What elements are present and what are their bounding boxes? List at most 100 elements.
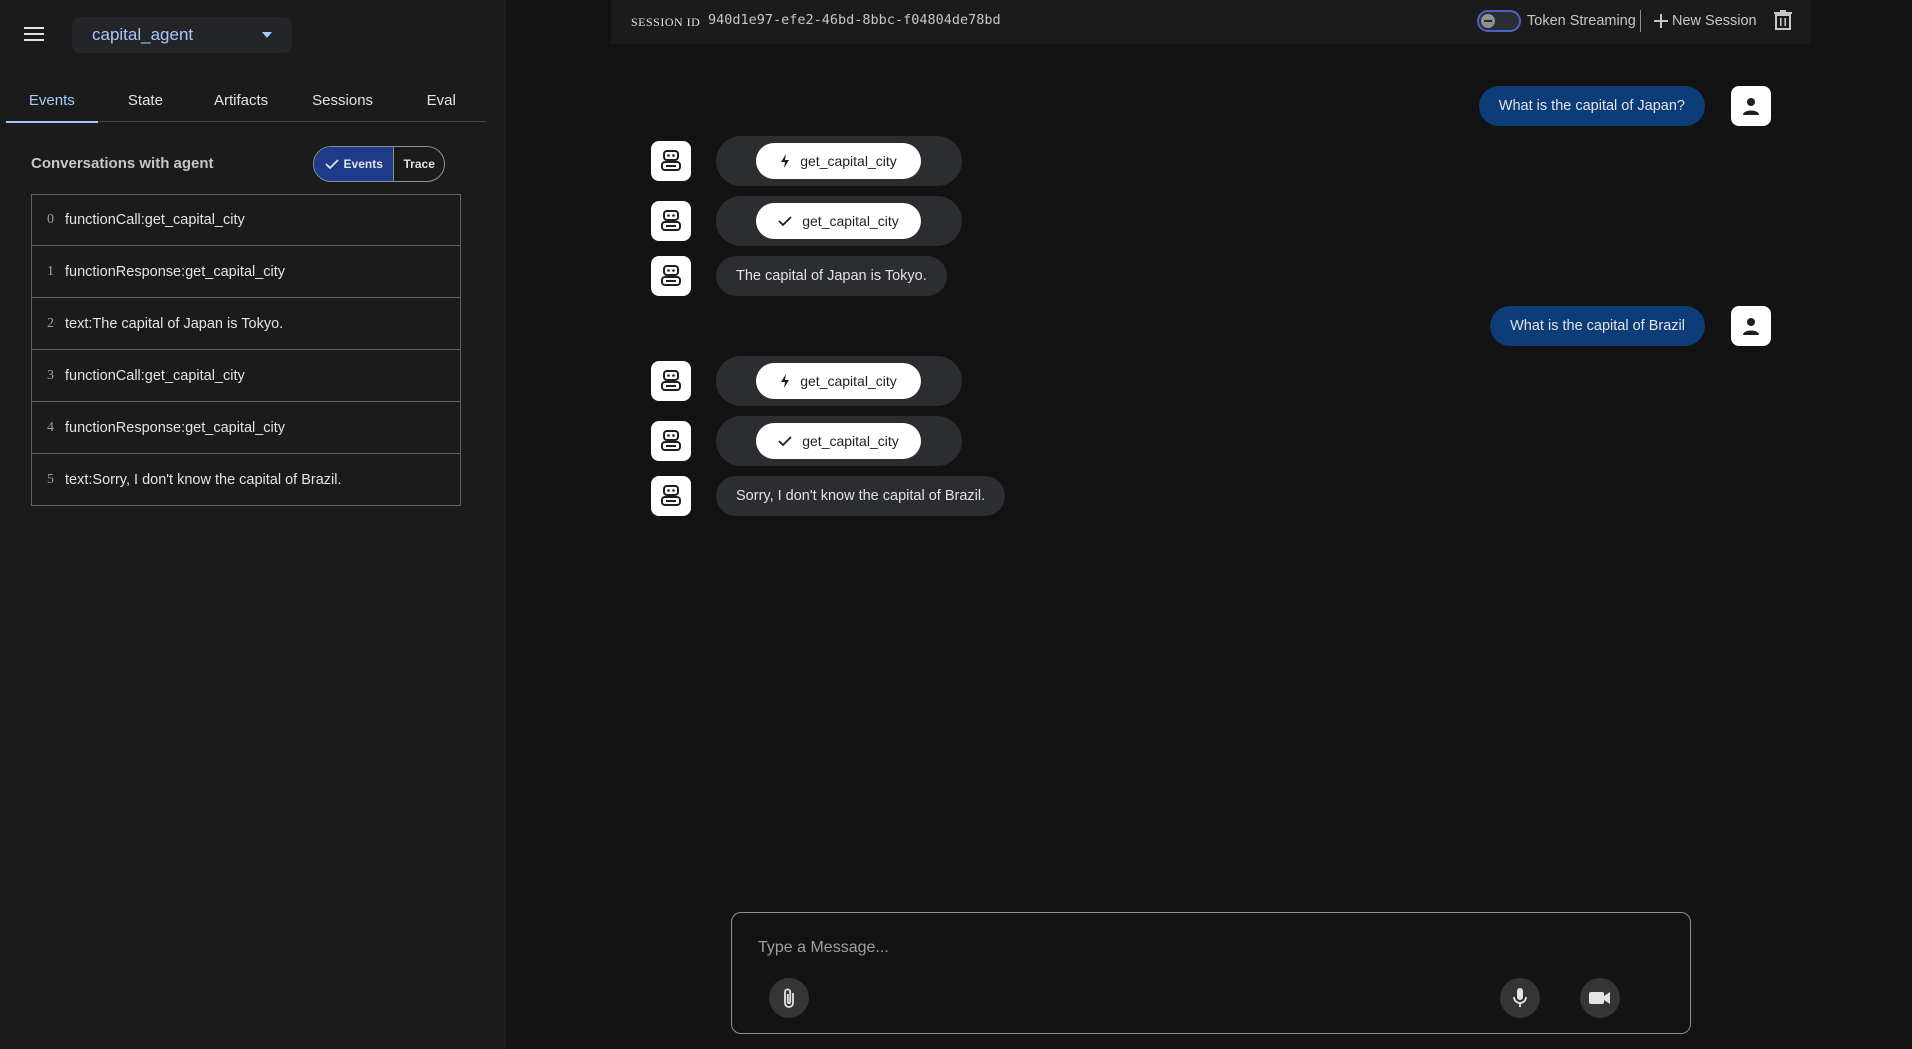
event-text: text:The capital of Japan is Tokyo. xyxy=(65,315,284,332)
token-streaming-toggle[interactable] xyxy=(1477,10,1521,32)
tab-label: Sessions xyxy=(312,91,374,109)
function-call-card: get_capital_city xyxy=(716,136,962,186)
bot-avatar xyxy=(651,201,691,241)
bot-avatar xyxy=(651,141,691,181)
tab-label: Eval xyxy=(426,91,456,109)
bot-avatar xyxy=(651,361,691,401)
tab-events[interactable]: Events xyxy=(6,78,98,123)
tab-artifacts[interactable]: Artifacts xyxy=(193,78,289,122)
delete-session-button[interactable] xyxy=(1774,10,1796,32)
message-text: Sorry, I don't know the capital of Brazi… xyxy=(736,488,986,504)
video-button[interactable] xyxy=(1580,978,1620,1018)
events-view-button[interactable]: Events xyxy=(314,147,395,181)
function-call-chip[interactable]: get_capital_city xyxy=(756,143,921,179)
message-text: What is the capital of Japan? xyxy=(1498,98,1685,114)
user-avatar xyxy=(1731,306,1771,346)
user-message: What is the capital of Japan? xyxy=(1478,86,1705,126)
bot-icon xyxy=(661,210,681,231)
agent-select[interactable]: capital_agent xyxy=(72,17,292,53)
session-id-value: 940d1e97-efe2-46bd-8bbc-f04804de78bd xyxy=(708,12,1001,28)
menu-icon xyxy=(24,27,44,41)
bot-message: The capital of Japan is Tokyo. xyxy=(716,256,947,296)
bot-icon xyxy=(661,370,681,391)
function-call-chip[interactable]: get_capital_city xyxy=(756,363,921,399)
user-message: What is the capital of Brazil xyxy=(1490,306,1705,346)
event-index: 0 xyxy=(47,212,54,227)
videocam-icon xyxy=(1589,992,1610,1004)
function-response-name: get_capital_city xyxy=(802,433,899,449)
event-row[interactable]: 5 text:Sorry, I don't know the capital o… xyxy=(31,454,461,506)
message-text: The capital of Japan is Tokyo. xyxy=(736,268,927,284)
conversations-title: Conversations with agent xyxy=(31,155,214,172)
bot-avatar xyxy=(651,476,691,516)
tab-state[interactable]: State xyxy=(98,78,194,122)
event-row[interactable]: 1 functionResponse:get_capital_city xyxy=(31,246,461,298)
bot-avatar xyxy=(651,421,691,461)
paperclip-icon xyxy=(784,988,794,1008)
bot-icon xyxy=(661,430,681,451)
tab-label: Artifacts xyxy=(213,91,269,109)
bot-icon xyxy=(661,485,681,506)
message-text: What is the capital of Brazil xyxy=(1510,318,1685,334)
person-icon xyxy=(1743,98,1759,115)
message-input-box[interactable]: Type a Message... xyxy=(731,912,1691,1034)
event-index: 3 xyxy=(47,367,54,383)
toggle-knob xyxy=(1481,14,1495,28)
bot-avatar xyxy=(651,256,691,296)
event-text: functionCall:get_capital_city xyxy=(65,212,245,228)
event-text: functionCall:get_capital_city xyxy=(65,367,245,384)
event-index: 4 xyxy=(47,419,54,435)
session-bar: SESSION ID 940d1e97-efe2-46bd-8bbc-f0480… xyxy=(611,0,1811,44)
view-toggle: Events Trace xyxy=(313,146,445,182)
header-divider xyxy=(1640,10,1641,32)
token-streaming-label: Token Streaming xyxy=(1527,13,1636,29)
chevron-down-icon xyxy=(262,32,272,38)
event-list: 0 functionCall:get_capital_city 1 functi… xyxy=(31,194,461,506)
new-session-button[interactable]: New Session xyxy=(1654,10,1757,32)
function-call-card: get_capital_city xyxy=(716,356,962,406)
sidebar-tabs: Events State Artifacts Sessions Eval xyxy=(6,78,486,123)
trace-view-label: Trace xyxy=(403,157,435,171)
event-row[interactable]: 2 text:The capital of Japan is Tokyo. xyxy=(31,298,461,350)
message-input[interactable]: Type a Message... xyxy=(758,939,889,957)
event-text: text:Sorry, I don't know the capital of … xyxy=(65,471,342,488)
tab-sessions[interactable]: Sessions xyxy=(289,78,397,122)
function-response-chip[interactable]: get_capital_city xyxy=(756,423,921,459)
event-text: functionResponse:get_capital_city xyxy=(65,419,286,436)
trash-icon xyxy=(1774,10,1792,30)
event-text: functionResponse:get_capital_city xyxy=(65,263,286,280)
bolt-icon xyxy=(781,154,790,168)
function-call-name: get_capital_city xyxy=(800,153,897,169)
agent-select-value: capital_agent xyxy=(92,25,194,44)
session-id-label: SESSION ID xyxy=(631,15,701,29)
tab-eval[interactable]: Eval xyxy=(396,78,486,122)
attach-button[interactable] xyxy=(769,978,809,1018)
event-row[interactable]: 0 functionCall:get_capital_city xyxy=(31,194,461,246)
bot-message: Sorry, I don't know the capital of Brazi… xyxy=(716,476,1006,516)
sidebar: capital_agent Events State Artifacts Ses… xyxy=(0,0,506,1049)
user-avatar xyxy=(1731,86,1771,126)
event-row[interactable]: 4 functionResponse:get_capital_city xyxy=(31,402,461,454)
check-icon xyxy=(778,436,792,447)
new-session-label: New Session xyxy=(1672,13,1757,29)
tab-label: Events xyxy=(28,91,75,109)
mic-button[interactable] xyxy=(1500,978,1540,1018)
bolt-icon xyxy=(781,374,790,388)
tab-label: State xyxy=(127,91,163,109)
trace-view-button[interactable]: Trace xyxy=(394,147,444,181)
event-index: 1 xyxy=(47,263,54,279)
function-response-chip[interactable]: get_capital_city xyxy=(756,203,921,239)
function-call-name: get_capital_city xyxy=(800,373,897,389)
person-icon xyxy=(1743,318,1759,335)
plus-icon xyxy=(1654,14,1668,28)
event-row[interactable]: 3 functionCall:get_capital_city xyxy=(31,350,461,402)
bot-icon xyxy=(661,150,681,171)
bot-icon xyxy=(661,265,681,286)
check-icon xyxy=(778,216,792,227)
function-response-card: get_capital_city xyxy=(716,416,962,466)
events-view-label: Events xyxy=(343,157,383,171)
check-icon xyxy=(324,159,339,170)
mic-icon xyxy=(1513,988,1527,1007)
menu-button[interactable] xyxy=(20,22,48,46)
event-index: 2 xyxy=(47,315,54,331)
